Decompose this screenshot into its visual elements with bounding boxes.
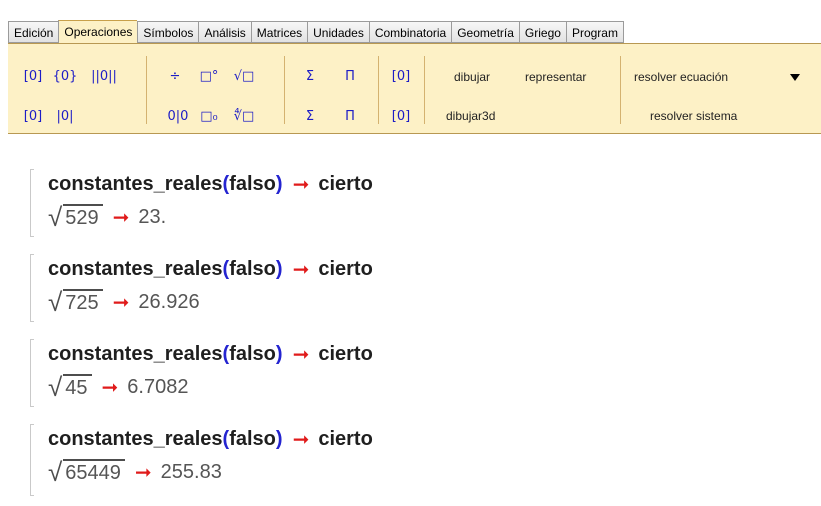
norm-icon[interactable]: ||0|| (88, 65, 120, 87)
tab-unidades[interactable]: Unidades (307, 21, 369, 43)
tab-analisis[interactable]: Análisis (198, 21, 251, 43)
function-arg: falso (229, 257, 276, 280)
square-root-icon: √ (48, 287, 63, 317)
limit-bracket-icon[interactable]: [0] (390, 65, 412, 87)
open-paren: ( (222, 257, 230, 280)
result-value: cierto (318, 172, 373, 195)
toolbar-separator (620, 56, 621, 124)
sqrt-line[interactable]: √ 529 ➞ 23. (48, 202, 166, 232)
sqrt-line[interactable]: √ 65449 ➞ 255.83 (48, 457, 222, 487)
entry-bracket (30, 254, 34, 322)
toolbar-separator (378, 56, 379, 124)
entry-bracket (30, 339, 34, 407)
eval-bracket-icon[interactable]: [0] (390, 105, 412, 127)
result-arrow-icon: ➞ (101, 376, 119, 399)
close-paren: ) (275, 257, 283, 280)
numeric-result: 23. (138, 205, 167, 228)
function-arg: falso (229, 427, 276, 450)
tab-edicion[interactable]: Edición (8, 21, 59, 43)
numeric-result: 255.83 (160, 460, 222, 483)
radicand: 529 (63, 204, 103, 230)
input-line[interactable]: constantes_reales(falso) ➞ cierto (48, 339, 373, 369)
bracket-vector-icon[interactable]: [0] (22, 105, 44, 127)
square-root-icon: √ (48, 202, 63, 232)
toolbar-separator (424, 56, 425, 124)
result-arrow-icon: ➞ (292, 258, 310, 281)
numeric-result: 26.926 (138, 290, 200, 313)
result-arrow-icon: ➞ (292, 428, 310, 451)
mixed-fraction-icon[interactable]: 0|0 (164, 105, 192, 127)
function-name: constantes_reales (48, 172, 223, 195)
close-paren: ) (275, 427, 283, 450)
product-icon[interactable]: Π (340, 65, 360, 87)
function-name: constantes_reales (48, 427, 223, 450)
result-arrow-icon: ➞ (292, 343, 310, 366)
input-line[interactable]: constantes_reales(falso) ➞ cierto (48, 254, 373, 284)
result-arrow-icon: ➞ (134, 461, 152, 484)
sum-limits-icon[interactable]: Σ̄ (300, 105, 320, 127)
sum-icon[interactable]: Σ (300, 65, 320, 87)
function-name: constantes_reales (48, 257, 223, 280)
brace-set-icon[interactable]: {0} (52, 65, 78, 87)
power-icon[interactable]: □° (196, 65, 222, 87)
subscript-icon[interactable]: □₀ (196, 105, 222, 127)
entry-bracket (30, 169, 34, 237)
worksheet-entry[interactable]: constantes_reales(falso) ➞ cierto √ 45 ➞ … (26, 339, 626, 407)
toolbar-separator (284, 56, 285, 124)
result-value: cierto (318, 257, 373, 280)
radicand: 725 (63, 289, 103, 315)
nth-root-icon[interactable]: ∜□ (230, 105, 258, 127)
worksheet-entry[interactable]: constantes_reales(falso) ➞ cierto √ 529 ➞… (26, 169, 626, 237)
radicand: 45 (63, 374, 92, 400)
open-paren: ( (222, 172, 230, 195)
open-paren: ( (222, 342, 230, 365)
fraction-icon[interactable]: ÷ (164, 65, 186, 87)
numeric-result: 6.7082 (127, 375, 189, 398)
sqrt-line[interactable]: √ 725 ➞ 26.926 (48, 287, 200, 317)
result-value: cierto (318, 342, 373, 365)
tab-combinatoria[interactable]: Combinatoria (368, 21, 452, 43)
function-arg: falso (229, 172, 276, 195)
bracket-matrix-icon[interactable]: [0] (22, 65, 44, 87)
worksheet-entry[interactable]: constantes_reales(falso) ➞ cierto √ 65449… (26, 424, 626, 496)
dibujar3d-button[interactable]: dibujar3d (446, 107, 495, 125)
open-paren: ( (222, 427, 230, 450)
function-name: constantes_reales (48, 342, 223, 365)
entry-bracket (30, 424, 34, 496)
close-paren: ) (275, 172, 283, 195)
tab-matrices[interactable]: Matrices (250, 21, 308, 43)
square-root-icon[interactable]: √□ (230, 65, 258, 87)
result-arrow-icon: ➞ (112, 291, 130, 314)
input-line[interactable]: constantes_reales(falso) ➞ cierto (48, 169, 373, 199)
worksheet-entry[interactable]: constantes_reales(falso) ➞ cierto √ 725 ➞… (26, 254, 626, 322)
dibujar-button[interactable]: dibujar (454, 68, 490, 86)
resolver-sistema-button[interactable]: resolver sistema (650, 107, 737, 125)
absolute-value-icon[interactable]: |0| (52, 105, 78, 127)
tab-programacion[interactable]: Program (565, 21, 624, 43)
tab-griego[interactable]: Griego (518, 21, 566, 43)
tab-geometria[interactable]: Geometría (451, 21, 519, 43)
square-root-icon: √ (48, 372, 63, 402)
representar-button[interactable]: representar (525, 68, 586, 86)
input-line[interactable]: constantes_reales(falso) ➞ cierto (48, 424, 373, 454)
tab-operaciones[interactable]: Operaciones (58, 20, 138, 43)
result-value: cierto (318, 427, 373, 450)
resolver-ecuacion-button[interactable]: resolver ecuación (634, 68, 728, 86)
dropdown-arrow-icon[interactable] (790, 74, 800, 81)
tab-simbolos[interactable]: Símbolos (137, 21, 199, 43)
operations-toolbar: [0] {0} ||0|| ÷ □° √□ Σ Π [0] dibujar re… (8, 43, 821, 134)
function-arg: falso (229, 342, 276, 365)
toolbar-separator (146, 56, 147, 124)
result-arrow-icon: ➞ (292, 173, 310, 196)
result-arrow-icon: ➞ (112, 206, 130, 229)
radicand: 65449 (63, 459, 125, 485)
square-root-icon: √ (48, 457, 63, 487)
close-paren: ) (275, 342, 283, 365)
worksheet: constantes_reales(falso) ➞ cierto √ 529 ➞… (0, 135, 821, 506)
sqrt-line[interactable]: √ 45 ➞ 6.7082 (48, 372, 188, 402)
menu-tab-bar: Edición Operaciones Símbolos Análisis Ma… (8, 20, 821, 44)
product-limits-icon[interactable]: Π̄ (340, 105, 360, 127)
